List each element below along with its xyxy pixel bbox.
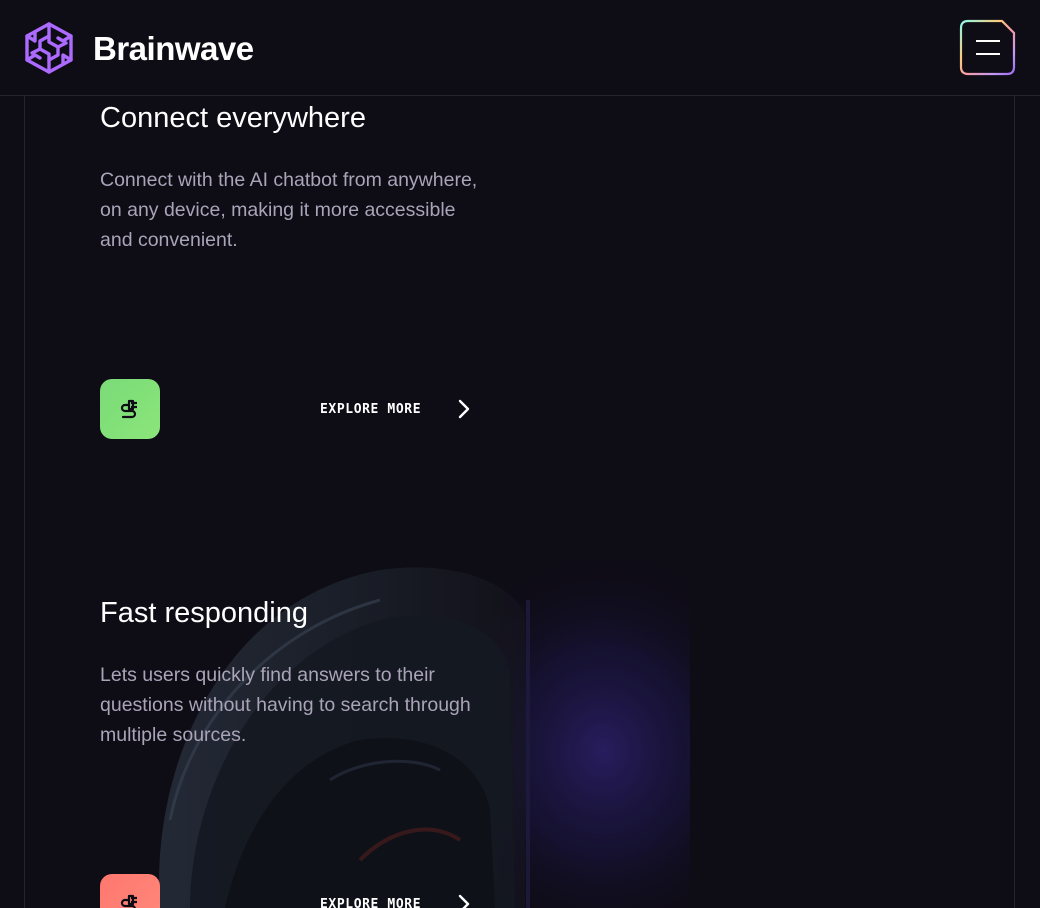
card-description: Connect with the AI chatbot from anywher…	[100, 169, 478, 251]
chevron-right-icon[interactable]	[457, 399, 471, 419]
card-title: Connect everywhere	[100, 102, 366, 134]
brain-icon	[25, 22, 73, 74]
frame-line-right	[1014, 96, 1015, 908]
plug-icon	[120, 894, 137, 908]
card-icon-tile	[100, 379, 160, 439]
feature-card: Connect everywhere Connect with the AI c…	[100, 98, 500, 458]
feature-card: Fast responding Lets users quickly find …	[100, 593, 500, 908]
card-description: Lets users quickly find answers to their…	[100, 664, 471, 746]
card-icon-tile	[100, 874, 160, 908]
frame-line-left	[24, 96, 25, 908]
explore-more-link[interactable]: EXPLORE MORE	[320, 402, 421, 417]
explore-more-link[interactable]: EXPLORE MORE	[320, 897, 421, 908]
menu-button[interactable]	[959, 19, 1016, 76]
hamburger-menu-icon	[959, 19, 1016, 76]
page: Brainwave Connect everywhere Connect wit…	[0, 0, 1040, 908]
plug-icon	[120, 399, 137, 419]
chevron-right-icon[interactable]	[457, 894, 471, 908]
brand-logo-link[interactable]	[22, 22, 76, 74]
header: Brainwave	[0, 0, 1040, 96]
brand-name: Brainwave	[93, 30, 254, 67]
card-title: Fast responding	[100, 597, 308, 629]
